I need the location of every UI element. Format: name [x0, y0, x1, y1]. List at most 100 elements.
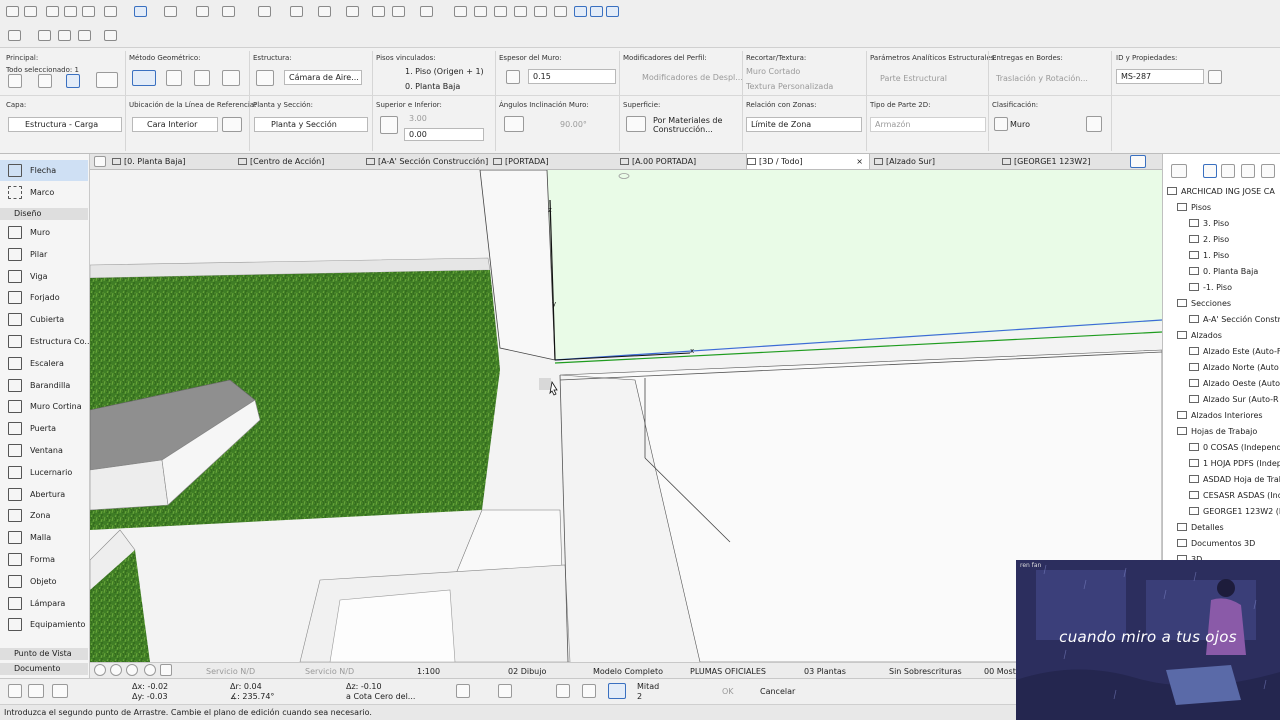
id-input[interactable]: MS-287	[1116, 69, 1204, 84]
rotated-wall-icon[interactable]	[222, 70, 240, 86]
tree-item[interactable]: 1. Piso	[1189, 251, 1229, 260]
tree-item[interactable]: -1. Piso	[1189, 283, 1232, 292]
layout-icon[interactable]	[8, 30, 21, 41]
layer-icon[interactable]	[258, 6, 271, 17]
export-icon[interactable]	[104, 30, 117, 41]
tool-equipment[interactable]: Equipamiento	[0, 614, 88, 635]
tree-folder[interactable]: Detalles	[1177, 523, 1224, 532]
flag-tag-icon[interactable]	[590, 6, 603, 17]
special-snap-icon[interactable]	[608, 683, 626, 699]
tree-folder[interactable]: Alzados Interiores	[1177, 411, 1263, 420]
zoom-out-icon[interactable]	[126, 664, 138, 676]
arrow-icon[interactable]	[104, 6, 117, 17]
tree-item[interactable]: CESASR ASDAS (Ind	[1189, 491, 1280, 500]
thickness-input[interactable]: 0.15	[528, 69, 616, 84]
wall-variant-icon[interactable]	[66, 74, 80, 88]
adjust-icon[interactable]	[474, 6, 487, 17]
wall-type-icon[interactable]	[38, 74, 52, 88]
zones-select[interactable]: Límite de Zona	[746, 117, 862, 132]
fillet-icon[interactable]	[420, 6, 433, 17]
tool-door[interactable]: Puerta	[0, 418, 88, 439]
view-map-icon[interactable]	[1221, 164, 1235, 178]
undo-zoom-icon[interactable]	[94, 664, 106, 676]
delta-y[interactable]: Δy: -0.03	[132, 692, 168, 701]
tab-3d[interactable]: [3D / Todo] ×	[746, 154, 870, 169]
delta-r[interactable]: Δr: 0.04	[230, 682, 262, 691]
angle-value[interactable]: ∡: 235.74°	[230, 692, 274, 701]
offset-icon[interactable]	[392, 6, 405, 17]
tree-folder[interactable]: Secciones	[1177, 299, 1231, 308]
scale-select[interactable]: 1:100	[417, 667, 440, 676]
tree-folder[interactable]: Documentos 3D	[1177, 539, 1255, 548]
grid-snap-icon[interactable]	[164, 6, 177, 17]
layer-select[interactable]: Estructura - Carga	[8, 117, 122, 132]
part2d-select[interactable]: Armazón	[870, 117, 986, 132]
service-1[interactable]: Servicio N/D	[206, 667, 255, 676]
tree-item[interactable]: 0. Planta Baja	[1189, 267, 1258, 276]
elevation-icon[interactable]	[514, 6, 527, 17]
intersect-icon[interactable]	[494, 6, 507, 17]
publisher-icon[interactable]	[1261, 164, 1275, 178]
structural-part-checkbox[interactable]: Parte Estructural	[880, 74, 947, 83]
tool-arrow[interactable]: Flecha	[0, 160, 88, 181]
cancel-button[interactable]: Cancelar	[760, 687, 795, 696]
snap-guide-icon[interactable]	[134, 6, 147, 17]
reference-level[interactable]: a Cota Cero del...	[346, 692, 415, 701]
tool-roof[interactable]: Cubierta	[0, 309, 88, 330]
tool-beam[interactable]: Viga	[0, 266, 88, 287]
settings-gear-icon[interactable]	[1086, 116, 1102, 132]
top-height-value[interactable]: 3.00	[409, 114, 427, 123]
structure-type-icon[interactable]	[256, 70, 274, 86]
check-icon[interactable]	[498, 684, 512, 698]
refline-select[interactable]: Cara Interior	[132, 117, 218, 132]
tool-curtain-wall[interactable]: Muro Cortina	[0, 396, 88, 417]
wall-angle-icon[interactable]	[504, 116, 524, 132]
split-icon[interactable]	[454, 6, 467, 17]
close-icon[interactable]	[8, 684, 22, 698]
tab-george[interactable]: [GEORGE1 123W2]	[1002, 154, 1091, 169]
surface-value[interactable]: Por Materiales de Construcción...	[653, 116, 735, 134]
tab-list-icon[interactable]	[1130, 155, 1146, 168]
project-map-icon[interactable]	[1203, 164, 1217, 178]
plan-section-select[interactable]: Planta y Sección	[254, 117, 368, 132]
trim-texture-value[interactable]: Textura Personalizada	[746, 82, 833, 91]
surface-icon[interactable]	[626, 116, 646, 132]
trim-icon[interactable]	[554, 6, 567, 17]
tool-morph[interactable]: Forma	[0, 549, 88, 570]
tool-marquee[interactable]: Marco	[0, 182, 88, 203]
tree-item[interactable]: Alzado Este (Auto-F	[1189, 347, 1280, 356]
design-group-header[interactable]: Diseño	[0, 208, 88, 220]
trim-cut-value[interactable]: Muro Cortado	[746, 67, 800, 76]
magnet-icon[interactable]	[582, 684, 596, 698]
refresh-icon[interactable]	[606, 6, 619, 17]
wall-settings-icon[interactable]	[8, 74, 22, 88]
rotate-icon[interactable]	[346, 6, 359, 17]
plants-select[interactable]: 03 Plantas	[804, 667, 846, 676]
close-icon[interactable]: ×	[856, 154, 863, 169]
rectangle-wall-icon[interactable]	[194, 70, 210, 86]
walk-icon[interactable]	[160, 664, 172, 676]
copy-icon[interactable]	[38, 30, 51, 41]
navigator-icon[interactable]	[1171, 164, 1187, 178]
tree-item[interactable]: 3. Piso	[1189, 219, 1229, 228]
tool-lamp[interactable]: Lámpara	[0, 593, 88, 614]
print-icon[interactable]	[78, 30, 91, 41]
document-group-header[interactable]: Documento	[0, 663, 88, 675]
pens-select[interactable]: PLUMAS OFICIALES	[690, 667, 766, 676]
classification-value[interactable]: Muro	[1010, 120, 1030, 129]
tab-alzado-sur[interactable]: [Alzado Sur]	[874, 154, 935, 169]
snap-icon[interactable]	[52, 684, 68, 698]
viewpoint-group-header[interactable]: Punto de Vista	[0, 648, 88, 660]
lock-icon[interactable]	[290, 6, 303, 17]
transform-icon[interactable]	[372, 6, 385, 17]
3d-viewport[interactable]: z y x	[90, 170, 1162, 662]
orbit-icon[interactable]	[144, 664, 156, 676]
pen-icon[interactable]	[46, 6, 59, 17]
tree-item[interactable]: A-A' Sección Constr	[1189, 315, 1280, 324]
tab-centro-accion[interactable]: [Centro de Acción]	[238, 154, 324, 169]
tool-zone[interactable]: Zona	[0, 505, 88, 526]
tree-item[interactable]: 2. Piso	[1189, 235, 1229, 244]
tree-folder[interactable]: Pisos	[1177, 203, 1211, 212]
tab-portada[interactable]: [PORTADA]	[493, 154, 549, 169]
tree-item[interactable]: 1 HOJA PDFS (Indep	[1189, 459, 1280, 468]
